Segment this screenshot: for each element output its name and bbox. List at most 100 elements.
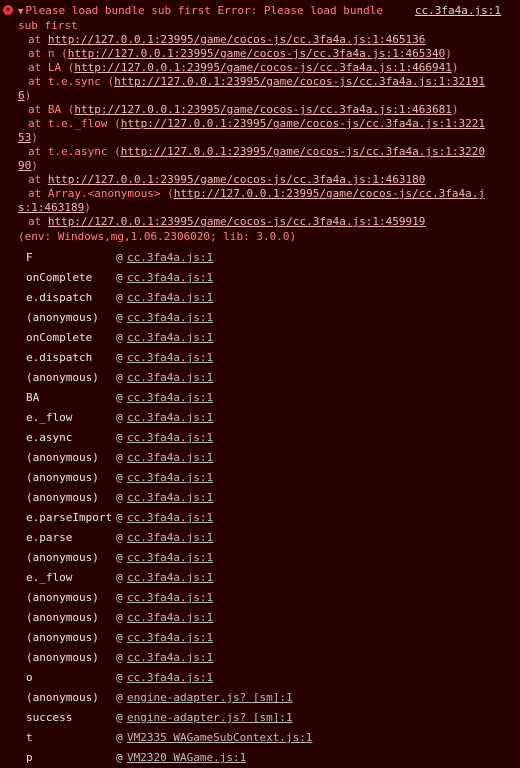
stack-link[interactable]: http://127.0.0.1:23995/game/cocos-js/cc.… xyxy=(48,33,426,46)
frame-function-name: success xyxy=(26,711,73,724)
stack-link[interactable]: http://127.0.0.1:23995/game/cocos-js/cc.… xyxy=(74,103,452,116)
env-info: (env: Windows,mg,1.06.2306020; lib: 3.0.… xyxy=(18,230,297,243)
stack-line: at http://127.0.0.1:23995/game/cocos-js/… xyxy=(0,33,520,47)
frame-at-symbol: @ xyxy=(116,251,123,264)
frame-function-name: (anonymous) xyxy=(26,451,99,464)
stack-suffix: ) xyxy=(31,131,38,144)
stack-link[interactable]: http://127.0.0.1:23995/game/cocos-js/cc.… xyxy=(74,61,452,74)
frame-at-symbol: @ xyxy=(116,351,123,364)
frame-function-name: e._flow xyxy=(26,571,73,584)
frame-function-name: (anonymous) xyxy=(26,491,99,504)
frame-source-link[interactable]: cc.3fa4a.js:1 xyxy=(127,248,213,268)
frame-at-symbol: @ xyxy=(116,291,123,304)
frame-source-link[interactable]: cc.3fa4a.js:1 xyxy=(127,668,213,688)
stack-prefix: at xyxy=(28,215,48,228)
frame-source-link[interactable]: cc.3fa4a.js:1 xyxy=(127,368,213,388)
stack-link[interactable]: http://127.0.0.1:23995/game/cocos-js/cc.… xyxy=(68,47,446,60)
frame-source-link[interactable]: VM2320 WAGame.js:1 xyxy=(127,748,246,768)
stack-link[interactable]: http://127.0.0.1:23995/game/cocos-js/cc.… xyxy=(114,75,485,88)
call-frame-row: (anonymous) @ cc.3fa4a.js:1 xyxy=(0,648,520,668)
frame-function-name: (anonymous) xyxy=(26,611,99,624)
source-link[interactable]: cc.3fa4a.js:1 xyxy=(415,4,501,18)
frame-source-link[interactable]: cc.3fa4a.js:1 xyxy=(127,528,213,548)
frame-source-link[interactable]: engine-adapter.js? [sm]:1 xyxy=(127,708,293,728)
frame-function-name: (anonymous) xyxy=(26,471,99,484)
frame-at-symbol: @ xyxy=(116,411,123,424)
frame-function-name: (anonymous) xyxy=(26,691,99,704)
stack-prefix: at xyxy=(28,33,48,46)
frame-at-symbol: @ xyxy=(116,651,123,664)
frame-source-link[interactable]: cc.3fa4a.js:1 xyxy=(127,608,213,628)
call-frame-row: (anonymous) @ cc.3fa4a.js:1 xyxy=(0,608,520,628)
frame-source-link[interactable]: cc.3fa4a.js:1 xyxy=(127,568,213,588)
call-frame-row: t @ VM2335 WAGameSubContext.js:1 xyxy=(0,728,520,748)
stack-link-cont[interactable]: 53 xyxy=(18,131,31,144)
frame-source-link[interactable]: cc.3fa4a.js:1 xyxy=(127,488,213,508)
stack-line-wrap: s:1:463189) xyxy=(0,201,520,215)
frame-source-link[interactable]: cc.3fa4a.js:1 xyxy=(127,448,213,468)
frame-source-link[interactable]: cc.3fa4a.js:1 xyxy=(127,588,213,608)
frame-at-symbol: @ xyxy=(116,531,123,544)
stack-link[interactable]: http://127.0.0.1:23995/game/cocos-js/cc.… xyxy=(174,187,485,200)
stack-line: at http://127.0.0.1:23995/game/cocos-js/… xyxy=(0,173,520,187)
stack-suffix: ) xyxy=(31,159,38,172)
expand-triangle-icon[interactable]: ▼ xyxy=(18,7,23,17)
frame-source-link[interactable]: cc.3fa4a.js:1 xyxy=(127,388,213,408)
call-frame-row: e._flow @ cc.3fa4a.js:1 xyxy=(0,408,520,428)
frame-source-link[interactable]: cc.3fa4a.js:1 xyxy=(127,508,213,528)
frame-source-link[interactable]: engine-adapter.js? [sm]:1 xyxy=(127,688,293,708)
stack-link[interactable]: http://127.0.0.1:23995/game/cocos-js/cc.… xyxy=(121,117,485,130)
call-frame-row: success @ engine-adapter.js? [sm]:1 xyxy=(0,708,520,728)
error-message: Please load bundle sub first Error: Plea… xyxy=(25,4,384,17)
frame-function-name: e.async xyxy=(26,431,73,444)
stack-link-cont[interactable]: 6 xyxy=(18,89,25,102)
frame-at-symbol: @ xyxy=(116,451,123,464)
frame-function-name: o xyxy=(26,671,33,684)
call-frame-row: (anonymous) @ cc.3fa4a.js:1 xyxy=(0,588,520,608)
stack-prefix: at t.e._flow ( xyxy=(28,117,121,130)
call-frame-row: o @ cc.3fa4a.js:1 xyxy=(0,668,520,688)
call-frames: F @ cc.3fa4a.js:1 onComplete @ cc.3fa4a.js:1 e… xyxy=(0,248,520,768)
frame-at-symbol: @ xyxy=(116,311,123,324)
call-frame-row: (anonymous) @ cc.3fa4a.js:1 xyxy=(0,368,520,388)
frame-function-name: (anonymous) xyxy=(26,651,99,664)
frame-source-link[interactable]: cc.3fa4a.js:1 xyxy=(127,268,213,288)
frame-source-link[interactable]: cc.3fa4a.js:1 xyxy=(127,428,213,448)
frame-source-link[interactable]: cc.3fa4a.js:1 xyxy=(127,628,213,648)
stack-suffix: ) xyxy=(84,201,91,214)
stack-suffix: ) xyxy=(24,89,32,102)
stack-line: at Array.<anonymous> (http://127.0.0.1:2… xyxy=(0,187,520,201)
frame-source-link[interactable]: cc.3fa4a.js:1 xyxy=(127,648,213,668)
frame-source-link[interactable]: cc.3fa4a.js:1 xyxy=(127,308,213,328)
frame-function-name: BA xyxy=(26,391,40,404)
stack-link-cont[interactable]: 90 xyxy=(18,159,31,172)
stack-prefix: at BA ( xyxy=(28,103,75,116)
stack-link[interactable]: http://127.0.0.1:23995/game/cocos-js/cc.… xyxy=(48,215,426,228)
call-frame-row: (anonymous) @ cc.3fa4a.js:1 xyxy=(0,548,520,568)
stack-link[interactable]: http://127.0.0.1:23995/game/cocos-js/cc.… xyxy=(48,173,426,186)
frame-function-name: (anonymous) xyxy=(26,631,99,644)
stack-line: at http://127.0.0.1:23995/game/cocos-js/… xyxy=(0,215,520,229)
call-frame-row: (anonymous) @ cc.3fa4a.js:1 xyxy=(0,628,520,648)
frame-source-link[interactable]: VM2335 WAGameSubContext.js:1 xyxy=(127,728,312,748)
stack-prefix: at LA ( xyxy=(28,61,75,74)
frame-source-link[interactable]: cc.3fa4a.js:1 xyxy=(127,288,213,308)
call-frame-row: F @ cc.3fa4a.js:1 xyxy=(0,248,520,268)
call-frame-row: e.dispatch @ cc.3fa4a.js:1 xyxy=(0,348,520,368)
error-header[interactable]: ✕ ▼ Please load bundle sub first Error: P… xyxy=(0,0,520,33)
frame-source-link[interactable]: cc.3fa4a.js:1 xyxy=(127,328,213,348)
frame-source-link[interactable]: cc.3fa4a.js:1 xyxy=(127,548,213,568)
frame-source-link[interactable]: cc.3fa4a.js:1 xyxy=(127,408,213,428)
frame-source-link[interactable]: cc.3fa4a.js:1 xyxy=(127,468,213,488)
frame-source-link[interactable]: cc.3fa4a.js:1 xyxy=(127,348,213,368)
stack-line: at n (http://127.0.0.1:23995/game/cocos-… xyxy=(0,47,520,61)
stack-link-cont[interactable]: s:1:463189 xyxy=(18,201,84,214)
call-frame-row: p @ VM2320 WAGame.js:1 xyxy=(0,748,520,768)
stack-line: at LA (http://127.0.0.1:23995/game/cocos… xyxy=(0,61,520,75)
console-error-entry: ✕ ▼ Please load bundle sub first Error: P… xyxy=(0,0,520,764)
frame-at-symbol: @ xyxy=(116,551,123,564)
frame-at-symbol: @ xyxy=(116,511,123,524)
stack-link[interactable]: http://127.0.0.1:23995/game/cocos-js/cc.… xyxy=(121,145,485,158)
stack-line-wrap: 6) xyxy=(0,89,520,103)
stack-prefix: at n ( xyxy=(28,47,68,60)
